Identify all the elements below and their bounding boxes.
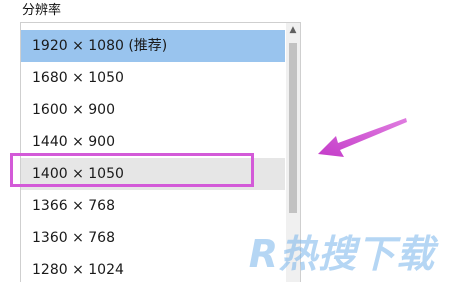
listbox-scrollbar[interactable]: ▲ bbox=[286, 23, 300, 282]
resolution-option-1680x1050[interactable]: 1680 × 1050 bbox=[21, 62, 285, 94]
resolution-option-1280x1024[interactable]: 1280 × 1024 bbox=[21, 254, 285, 282]
scroll-up-arrow-icon[interactable]: ▲ bbox=[286, 23, 300, 37]
resolution-option-1600x900[interactable]: 1600 × 900 bbox=[21, 94, 285, 126]
resolution-option-1360x768[interactable]: 1360 × 768 bbox=[21, 222, 285, 254]
resolution-option-1440x900[interactable]: 1440 × 900 bbox=[21, 126, 285, 158]
arrow-pointing-left-down-icon bbox=[318, 118, 407, 157]
scrollbar-thumb[interactable] bbox=[289, 43, 297, 213]
resolution-option-1400x1050[interactable]: 1400 × 1050 bbox=[21, 158, 285, 190]
resolution-label: 分辨率 bbox=[22, 3, 62, 18]
resolution-option-1920x1080[interactable]: 1920 × 1080 (推荐) bbox=[21, 30, 285, 62]
resolution-listbox[interactable]: 1920 × 1080 (推荐) 1680 × 1050 1600 × 900 … bbox=[20, 22, 301, 282]
resolution-option-1366x768[interactable]: 1366 × 768 bbox=[21, 190, 285, 222]
resolution-options: 1920 × 1080 (推荐) 1680 × 1050 1600 × 900 … bbox=[21, 30, 285, 282]
screenshot-page: 分辨率 1920 × 1080 (推荐) 1680 × 1050 1600 × … bbox=[0, 0, 449, 282]
